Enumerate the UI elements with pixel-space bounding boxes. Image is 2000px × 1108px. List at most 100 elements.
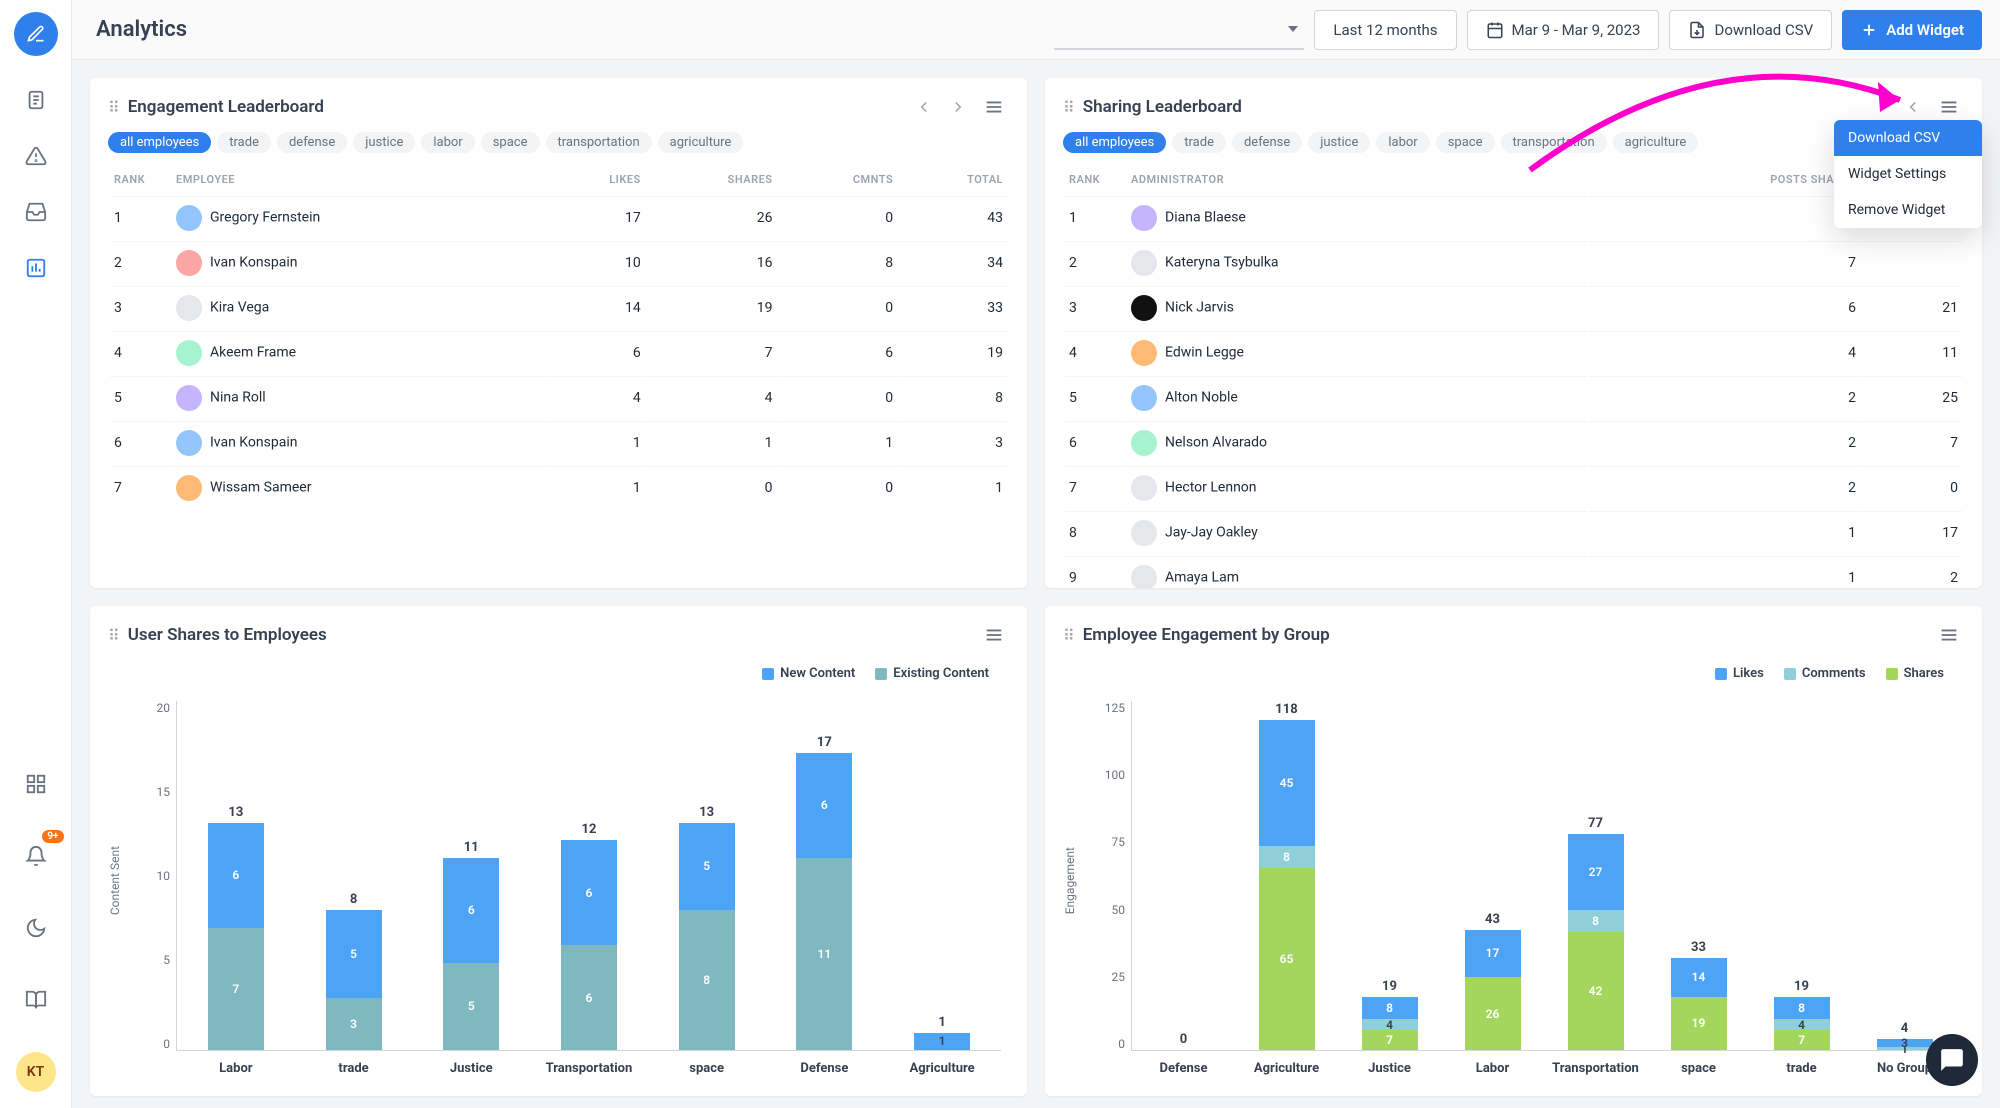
date-range-button[interactable]: Mar 9 - Mar 9, 2023 (1467, 10, 1660, 50)
user-avatar[interactable]: KT (16, 1052, 56, 1092)
legend-item[interactable]: Shares (1886, 666, 1944, 681)
avatar (176, 385, 202, 411)
bar-total-label: 19 (1382, 979, 1397, 994)
bar[interactable]: 7613Labor (208, 823, 264, 1051)
table-row[interactable]: 1Diana Blaese8 (1065, 196, 1962, 239)
nav-analytics[interactable] (16, 248, 56, 288)
bar[interactable]: 8513space (679, 823, 735, 1051)
nav-posts[interactable] (16, 80, 56, 120)
chevron-left-icon (915, 98, 933, 116)
nav-alerts[interactable] (16, 136, 56, 176)
popup-widget-settings[interactable]: Widget Settings (1834, 156, 1982, 192)
filter-chip-defense[interactable]: defense (1232, 132, 1302, 153)
filter-chip-all-employees[interactable]: all employees (108, 132, 211, 153)
bar[interactable]: 74819trade (1774, 997, 1830, 1050)
filter-chip-justice[interactable]: justice (1308, 132, 1370, 153)
table-row[interactable]: 6Ivan Konspain1113 (110, 421, 1007, 464)
filter-chip-trade[interactable]: trade (217, 132, 271, 153)
dashboard-selector[interactable] (1054, 10, 1304, 50)
table-row[interactable]: 7Hector Lennon20 (1065, 466, 1962, 509)
bar-segment: 8 (1774, 997, 1830, 1019)
filter-chip-defense[interactable]: defense (277, 132, 347, 153)
bar[interactable]: 134No Group (1877, 1039, 1933, 1050)
avatar (176, 295, 202, 321)
bar[interactable]: 74819Justice (1362, 997, 1418, 1050)
bar[interactable]: 11617Defense (796, 753, 852, 1051)
table-row[interactable]: 6Nelson Alvarado27 (1065, 421, 1962, 464)
filter-chip-space[interactable]: space (1436, 132, 1495, 153)
bar-segment: 27 (1568, 834, 1624, 910)
nav-apps[interactable] (16, 764, 56, 804)
card-title: User Shares to Employees (128, 625, 327, 645)
bar[interactable]: 191433space (1671, 958, 1727, 1050)
menu-icon (983, 624, 1005, 646)
legend-item[interactable]: New Content (762, 666, 855, 681)
table-row[interactable]: 9Amaya Lam12 (1065, 556, 1962, 588)
intercom-launcher[interactable] (1926, 1034, 1978, 1086)
pager-prev[interactable] (1900, 94, 1926, 120)
filter-chip-space[interactable]: space (481, 132, 540, 153)
filter-chip-transportation[interactable]: transportation (546, 132, 652, 153)
download-csv-button[interactable]: Download CSV (1669, 10, 1832, 50)
legend-item[interactable]: Likes (1715, 666, 1764, 681)
add-widget-button[interactable]: Add Widget (1842, 10, 1982, 50)
table-row[interactable]: 2Kateryna Tsybulka7 (1065, 241, 1962, 284)
legend-item[interactable]: Comments (1784, 666, 1866, 681)
bar[interactable]: 261743Labor (1465, 930, 1521, 1050)
filter-chip-labor[interactable]: labor (1376, 132, 1429, 153)
nav-notifications[interactable]: 9+ (16, 836, 56, 876)
pager-next[interactable] (945, 94, 971, 120)
drag-handle-icon[interactable]: ⠿ (1063, 98, 1075, 117)
bar-segment: 42 (1568, 932, 1624, 1050)
filter-chip-all-employees[interactable]: all employees (1063, 132, 1166, 153)
bar-total-label: 12 (581, 822, 596, 837)
bar[interactable]: 6612Transportation (561, 840, 617, 1050)
table-row[interactable]: 7Wissam Sameer1001 (110, 466, 1007, 509)
popup-remove-widget[interactable]: Remove Widget (1834, 192, 1982, 228)
table-row[interactable]: 4Edwin Legge411 (1065, 331, 1962, 374)
bar[interactable]: 65845118Agriculture (1259, 720, 1315, 1050)
card-menu-button[interactable] (1934, 92, 1964, 122)
filter-chip-agriculture[interactable]: agriculture (1613, 132, 1699, 153)
nav-inbox[interactable] (16, 192, 56, 232)
range-preset-button[interactable]: Last 12 months (1314, 10, 1456, 50)
table-row[interactable]: 3Nick Jarvis621 (1065, 286, 1962, 329)
filter-chip-transportation[interactable]: transportation (1501, 132, 1607, 153)
table-row[interactable]: 5Nina Roll4408 (110, 376, 1007, 419)
bar-segment: 65 (1259, 868, 1315, 1050)
bar[interactable]: 4282777Transportation (1568, 834, 1624, 1050)
drag-handle-icon[interactable]: ⠿ (1063, 626, 1075, 645)
card-menu-button[interactable] (1934, 620, 1964, 650)
popup-download-csv[interactable]: Download CSV (1834, 120, 1982, 156)
drag-handle-icon[interactable]: ⠿ (108, 98, 120, 117)
bar-segment: 26 (1465, 977, 1521, 1050)
card-menu-button[interactable] (979, 92, 1009, 122)
filter-chip-agriculture[interactable]: agriculture (658, 132, 744, 153)
bar[interactable]: 11Agriculture (914, 1033, 970, 1051)
filter-chip-trade[interactable]: trade (1172, 132, 1226, 153)
nav-theme[interactable] (16, 908, 56, 948)
nav-library[interactable] (16, 980, 56, 1020)
table-row[interactable]: 4Akeem Frame67619 (110, 331, 1007, 374)
bar-total-label: 1 (938, 1015, 945, 1030)
pager-prev[interactable] (911, 94, 937, 120)
compose-button[interactable] (14, 12, 58, 56)
drag-handle-icon[interactable]: ⠿ (108, 626, 120, 645)
page-title: Analytics (96, 17, 187, 42)
table-row[interactable]: 2Ivan Konspain1016834 (110, 241, 1007, 284)
card-menu-button[interactable] (979, 620, 1009, 650)
legend-item[interactable]: Existing Content (875, 666, 989, 681)
table-row[interactable]: 8Jay-Jay Oakley117 (1065, 511, 1962, 554)
filter-chip-justice[interactable]: justice (353, 132, 415, 153)
bar-x-label: Agriculture (909, 1061, 974, 1076)
bar[interactable]: 5611Justice (443, 858, 499, 1051)
table-row[interactable]: 5Alton Noble225 (1065, 376, 1962, 419)
card-title: Sharing Leaderboard (1083, 97, 1242, 117)
filter-chip-labor[interactable]: labor (421, 132, 474, 153)
bar-x-label: Transportation (546, 1061, 633, 1076)
card-title: Engagement Leaderboard (128, 97, 324, 117)
bar-segment: 3 (1877, 1039, 1933, 1047)
table-row[interactable]: 3Kira Vega1419033 (110, 286, 1007, 329)
bar[interactable]: 358trade (326, 910, 382, 1050)
table-row[interactable]: 1Gregory Fernstein1726043 (110, 196, 1007, 239)
